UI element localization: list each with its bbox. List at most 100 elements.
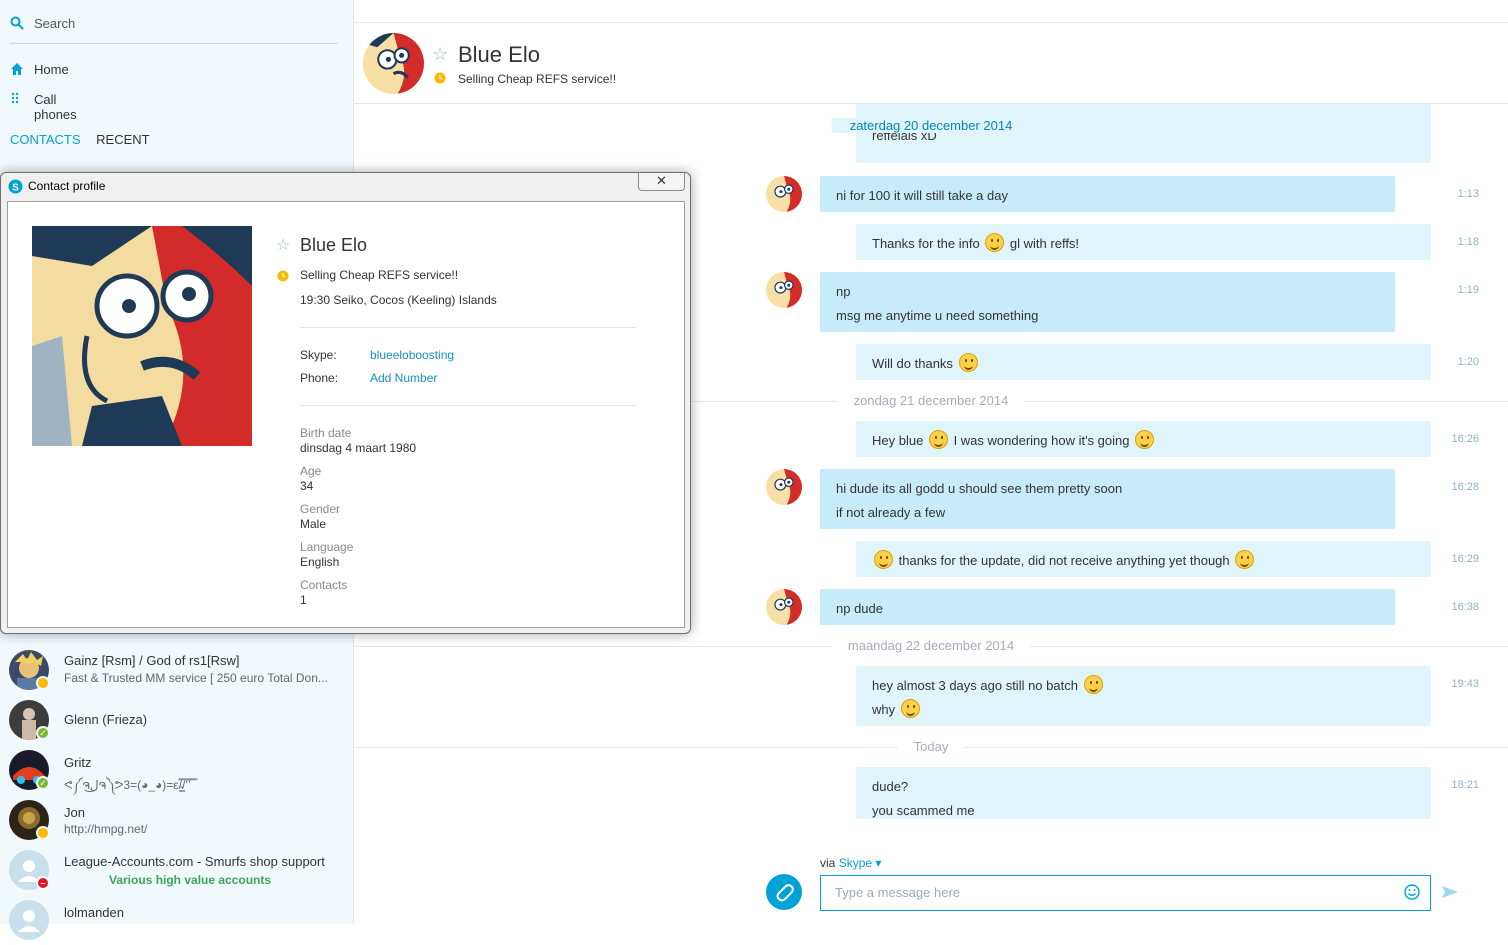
message-time: 1:20 [1457, 356, 1479, 368]
via-selector[interactable]: via Skype ▾ [820, 856, 881, 870]
smile-emoji-icon [958, 353, 978, 372]
contact-item[interactable]: Gainz [Rsm] / God of rs1[Rsw] Fast & Tru… [0, 645, 353, 695]
message-time: 1:19 [1457, 284, 1479, 296]
contact-item[interactable]: ✓ Gritz ᕙ༼ຈل͜ຈ༽ᕗ3=(◕_◕)=ε/̵͇̿̿/’̿’̿ ̿ [0, 745, 353, 795]
chevron-down-icon: ▾ [875, 856, 882, 870]
phone-label: Phone: [300, 371, 339, 385]
contact-avatar[interactable] [363, 33, 424, 94]
compose-area: via Skype ▾ Type a message here [354, 844, 1508, 924]
gender-label: Gender [300, 502, 341, 516]
profile-local-time: 19:30 Seiko, Cocos (Keeling) Islands [300, 293, 497, 307]
message-text: Hey blue [872, 433, 924, 448]
message-bubble: np dude [820, 589, 1395, 625]
dialog-titlebar[interactable]: S Contact profile ✕ [1, 173, 690, 201]
language-value: English [300, 555, 340, 569]
message-text: gl with reffs! [1009, 236, 1080, 251]
message-bubble: dude? you scammed me [856, 767, 1431, 819]
close-button[interactable]: ✕ [638, 173, 685, 191]
message-time: 16:38 [1451, 601, 1479, 613]
sender-avatar[interactable] [766, 272, 802, 308]
emoticon-button[interactable] [1404, 884, 1420, 905]
language-label: Language [300, 540, 354, 554]
dialog-title: Contact profile [28, 179, 106, 193]
contact-name: Gainz [Rsm] / God of rs1[Rsw] [64, 653, 240, 668]
message-text: you scammed me [872, 803, 975, 818]
skype-name-link[interactable]: blueeloboosting [370, 348, 454, 362]
contacts-value: 1 [300, 593, 307, 607]
home-icon [10, 62, 24, 79]
search-box[interactable]: Search [10, 14, 338, 44]
grin-emoji-icon [1083, 675, 1103, 694]
message-bubble: ni for 100 it will still take a day [820, 176, 1395, 212]
day-separator: maandag 22 december 2014 [354, 636, 1508, 656]
sender-avatar[interactable] [766, 176, 802, 212]
conversation-header: ☆ Blue Elo Selling Cheap REFS service!! [354, 0, 1508, 104]
message-bubble: hi dude its all godd u should see them p… [820, 469, 1395, 529]
svg-text:S: S [12, 183, 19, 194]
message-bubble: Hey blue I was wondering how it's going [856, 421, 1431, 457]
message-time: 18:21 [1451, 779, 1479, 791]
message-bubble: Will do thanks [856, 344, 1431, 380]
message-time: 16:28 [1451, 481, 1479, 493]
paperclip-icon [776, 884, 794, 902]
message-bubble: hey almost 3 days ago still no batch why [856, 666, 1431, 726]
contact-item[interactable]: lolmanden [0, 895, 353, 945]
contact-name[interactable]: Blue Elo [458, 42, 540, 68]
contact-name: Gritz [64, 755, 92, 770]
day-label: maandag 22 december 2014 [831, 638, 1031, 653]
contact-tabs: CONTACTS RECENT [10, 132, 162, 147]
day-label: zondag 21 december 2014 [837, 393, 1025, 408]
smile-emoji-icon [985, 233, 1005, 252]
dialpad-icon [10, 92, 24, 109]
grin-emoji-icon [900, 699, 920, 718]
tongue-emoji-icon [1235, 550, 1255, 569]
divider [300, 327, 636, 328]
favorite-star-icon[interactable]: ☆ [276, 235, 290, 255]
message-bubble: thanks for the update, did not receive a… [856, 541, 1431, 577]
profile-mood: Selling Cheap REFS service!! [300, 268, 459, 282]
sender-avatar[interactable] [766, 469, 802, 505]
search-label: Search [34, 16, 76, 31]
contact-name: lolmanden [64, 905, 124, 920]
message-text: thanks for the update, did not receive a… [898, 553, 1230, 568]
profile-body: ☆ Blue Elo Selling Cheap REFS service!! … [7, 201, 685, 628]
send-button[interactable] [1441, 884, 1459, 905]
status-online-icon: ✓ [36, 726, 50, 740]
contact-item[interactable]: Jon http://hmpg.net/ [0, 795, 353, 845]
contact-item[interactable]: ✓ Glenn (Frieza) [0, 695, 353, 745]
contact-name: Jon [64, 805, 85, 820]
smile-emoji-icon [874, 550, 893, 569]
search-icon [10, 16, 24, 35]
message-text: ni for 100 it will still take a day [836, 188, 1008, 203]
contact-item[interactable]: – League-Accounts.com - Smurfs shop supp… [0, 845, 353, 895]
message-time: 19:43 [1451, 678, 1479, 690]
smile-emoji-icon [928, 430, 948, 449]
message-text: I was wondering how it's going [953, 433, 1130, 448]
contact-name: Glenn (Frieza) [64, 712, 148, 727]
contact-mood: Selling Cheap REFS service!! [458, 72, 617, 86]
via-service: Skype [838, 856, 873, 870]
message-text: Will do thanks [872, 356, 953, 371]
message-text: dude? [872, 779, 909, 794]
skype-label: Skype: [300, 348, 337, 362]
skype-logo-icon: S [8, 179, 23, 199]
day-label: zaterdag 20 december 2014 [831, 118, 1031, 133]
nav-home-label: Home [34, 62, 69, 77]
message-input[interactable]: Type a message here [820, 875, 1431, 911]
favorite-star-icon[interactable]: ☆ [432, 44, 448, 65]
status-online-icon: ✓ [36, 776, 50, 790]
attach-button[interactable] [766, 874, 802, 910]
message-text: msg me anytime u need something [836, 308, 1039, 323]
gender-value: Male [300, 517, 327, 531]
smiley-icon [1404, 884, 1420, 900]
default-avatar-icon [9, 900, 49, 940]
close-icon: ✕ [656, 173, 667, 188]
add-number-link[interactable]: Add Number [370, 371, 437, 385]
birth-date-value: dinsdag 4 maart 1980 [300, 441, 417, 455]
contact-mood: Various high value accounts [109, 873, 272, 887]
message-bubble: np msg me anytime u need something [820, 272, 1395, 332]
status-away-icon [434, 71, 446, 89]
tab-recent[interactable]: RECENT [96, 132, 149, 147]
tab-contacts[interactable]: CONTACTS [10, 132, 81, 147]
sender-avatar[interactable] [766, 589, 802, 625]
